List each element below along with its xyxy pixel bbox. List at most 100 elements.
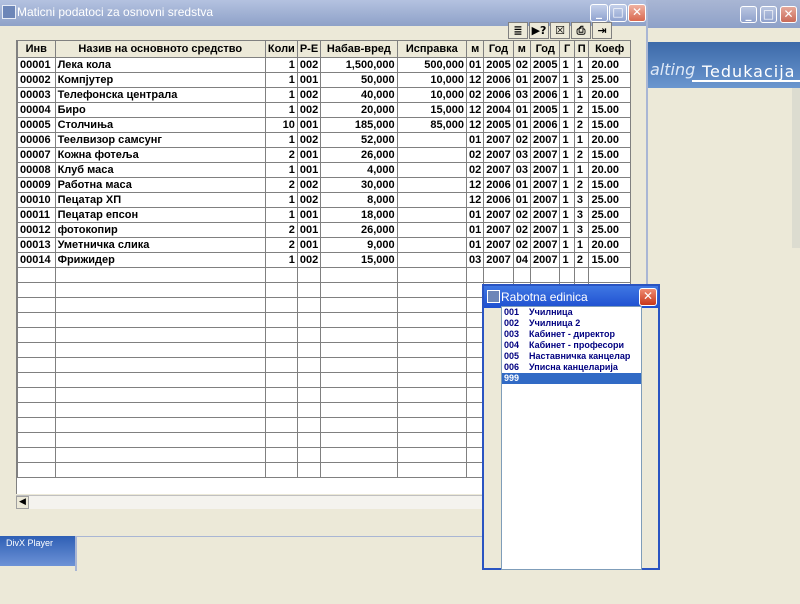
table-cell[interactable]: 2 xyxy=(573,252,590,268)
table-cell[interactable] xyxy=(54,402,266,418)
table-cell[interactable]: 2007 xyxy=(529,222,561,238)
table-row[interactable]: 00004 Биро 1 002 20,000 15,000 12 2004 01 2005 1 2 1… xyxy=(17,102,631,118)
table-cell[interactable]: 02 xyxy=(466,147,485,163)
table-cell[interactable] xyxy=(529,267,561,283)
table-cell[interactable]: 2007 xyxy=(529,237,561,253)
table-cell[interactable] xyxy=(264,327,298,343)
table-cell[interactable] xyxy=(320,447,398,463)
table-cell[interactable] xyxy=(264,312,298,328)
table-row[interactable]: 00011 Пецатар епсон 1 001 18,000 01 2007 02 2007… xyxy=(17,207,631,223)
table-cell[interactable] xyxy=(264,342,298,358)
bg-maximize-button[interactable]: □ xyxy=(760,6,777,23)
table-cell[interactable]: 3 xyxy=(573,207,590,223)
table-cell[interactable]: 10,000 xyxy=(396,87,468,103)
table-cell[interactable] xyxy=(396,297,468,313)
table-cell[interactable]: 01 xyxy=(512,177,532,193)
table-cell[interactable] xyxy=(396,462,468,478)
table-cell[interactable] xyxy=(54,357,266,373)
table-cell[interactable] xyxy=(296,447,322,463)
column-header[interactable]: Инв xyxy=(17,40,56,58)
close-button[interactable]: ✕ xyxy=(628,4,646,22)
table-cell[interactable]: 00005 xyxy=(17,117,56,133)
table-cell[interactable] xyxy=(320,282,398,298)
list-item[interactable]: 002 Училница 2 xyxy=(502,318,641,329)
table-cell[interactable] xyxy=(264,387,298,403)
dialog-title-bar[interactable]: Rabotna edinica xyxy=(484,286,658,308)
table-cell[interactable]: 30,000 xyxy=(320,177,398,193)
table-cell[interactable]: 15.00 xyxy=(588,147,631,163)
table-row[interactable]: 00009 Работна маса 2 002 30,000 12 2006 01 2007 1… xyxy=(17,177,631,193)
table-cell[interactable]: 1 xyxy=(264,192,298,208)
column-header[interactable]: Коеф xyxy=(588,40,631,58)
table-cell[interactable] xyxy=(396,222,468,238)
table-cell[interactable]: 2 xyxy=(264,147,298,163)
table-cell[interactable]: 1 xyxy=(264,252,298,268)
taskbar-item-divx[interactable]: DivX Player xyxy=(0,536,75,566)
dialog-close-button[interactable]: ✕ xyxy=(639,288,657,306)
table-cell[interactable]: 1 xyxy=(559,87,575,103)
print-button[interactable]: ⎙ xyxy=(571,22,591,39)
bg-close-button[interactable]: ✕ xyxy=(780,6,797,23)
table-cell[interactable]: 001 xyxy=(296,237,322,253)
table-cell[interactable]: 3 xyxy=(573,192,590,208)
table-cell[interactable]: 2007 xyxy=(483,147,514,163)
table-cell[interactable]: 002 xyxy=(296,102,322,118)
table-cell[interactable]: Клуб маса xyxy=(54,162,266,178)
table-cell[interactable] xyxy=(559,267,575,283)
table-cell[interactable]: 002 xyxy=(296,192,322,208)
table-cell[interactable]: 1 xyxy=(573,162,590,178)
table-cell[interactable]: 1 xyxy=(573,87,590,103)
table-cell[interactable]: 00007 xyxy=(17,147,56,163)
table-cell[interactable] xyxy=(396,432,468,448)
table-cell[interactable]: 15.00 xyxy=(588,177,631,193)
table-cell[interactable] xyxy=(264,357,298,373)
table-cell[interactable] xyxy=(396,282,468,298)
table-row[interactable]: 00001 Лека кола 1 002 1,500,000 500,000 01 2005… xyxy=(17,57,631,73)
empty-row[interactable] xyxy=(17,267,631,283)
table-cell[interactable] xyxy=(264,462,298,478)
table-cell[interactable]: 002 xyxy=(296,132,322,148)
table-cell[interactable]: 2 xyxy=(573,102,590,118)
exit-button[interactable]: ⇥ xyxy=(592,22,612,39)
table-cell[interactable]: 02 xyxy=(512,237,532,253)
maximize-button[interactable]: □ xyxy=(609,4,627,22)
table-cell[interactable]: Лека кола xyxy=(54,57,266,73)
table-cell[interactable]: 2007 xyxy=(529,147,561,163)
table-cell[interactable]: 00014 xyxy=(17,252,56,268)
table-cell[interactable]: 15.00 xyxy=(588,252,631,268)
table-cell[interactable] xyxy=(264,282,298,298)
table-cell[interactable] xyxy=(54,282,266,298)
column-header[interactable]: Год xyxy=(483,40,514,58)
table-cell[interactable]: 20,000 xyxy=(320,102,398,118)
horizontal-scrollbar[interactable]: ◀ xyxy=(16,495,486,509)
table-cell[interactable]: 1 xyxy=(559,207,575,223)
table-cell[interactable]: 85,000 xyxy=(396,117,468,133)
list-item[interactable]: 005 Наставничка канцелар xyxy=(502,351,641,362)
table-cell[interactable]: 01 xyxy=(512,102,532,118)
table-cell[interactable]: 1 xyxy=(559,222,575,238)
table-cell[interactable]: 2 xyxy=(264,177,298,193)
table-cell[interactable] xyxy=(512,267,532,283)
table-cell[interactable] xyxy=(296,297,322,313)
table-cell[interactable]: 1 xyxy=(559,237,575,253)
table-cell[interactable] xyxy=(296,357,322,373)
column-header[interactable]: м xyxy=(512,40,532,58)
table-cell[interactable]: 2007 xyxy=(483,237,514,253)
list-button[interactable]: ≣ xyxy=(508,22,528,39)
table-row[interactable]: 00012 фотокопир 2 001 26,000 01 2007 02 2007 1 3 25… xyxy=(17,222,631,238)
table-cell[interactable] xyxy=(296,387,322,403)
column-header[interactable]: Год xyxy=(529,40,561,58)
column-header[interactable]: м xyxy=(466,40,485,58)
table-cell[interactable]: 01 xyxy=(466,132,485,148)
table-row[interactable]: 00005 Столчиња 10 001 185,000 85,000 12 2005 01 2… xyxy=(17,117,631,133)
table-cell[interactable]: 1 xyxy=(559,117,575,133)
table-row[interactable]: 00006 Теелвизор самсунг 1 002 52,000 01 2007 02… xyxy=(17,132,631,148)
table-cell[interactable]: 2007 xyxy=(483,162,514,178)
table-cell[interactable]: 2006 xyxy=(483,177,514,193)
minimize-button[interactable]: _ xyxy=(590,4,608,22)
table-cell[interactable] xyxy=(296,432,322,448)
table-cell[interactable]: Пецатар епсон xyxy=(54,207,266,223)
table-cell[interactable]: 02 xyxy=(512,207,532,223)
table-cell[interactable] xyxy=(320,357,398,373)
table-cell[interactable]: 20.00 xyxy=(588,132,631,148)
